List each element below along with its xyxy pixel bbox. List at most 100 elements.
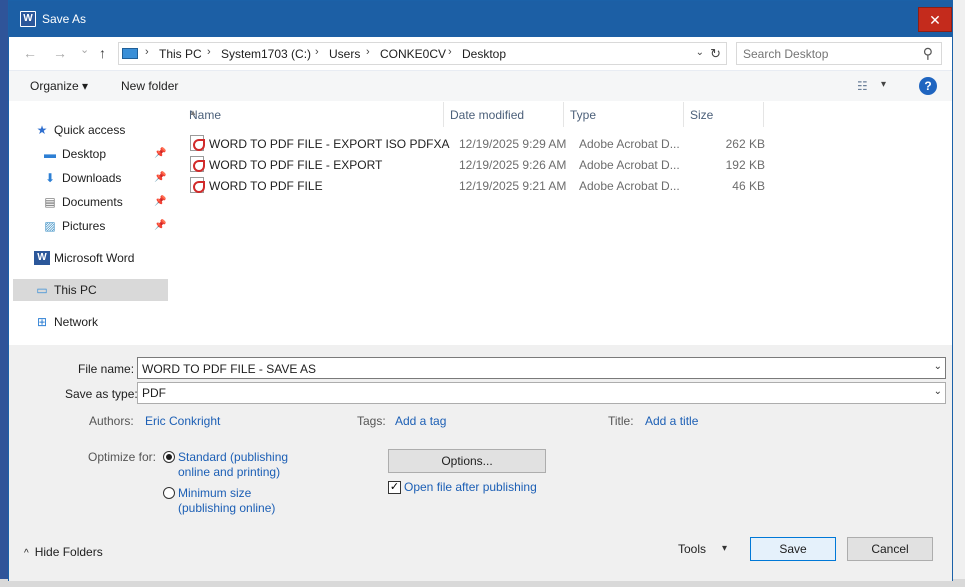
sidebar-item-desktop[interactable]: ▬ Desktop 📌 — [13, 143, 168, 165]
word-icon: W — [34, 251, 50, 265]
column-header-date-modified[interactable]: Date modified — [444, 102, 564, 127]
options-button[interactable]: Options... — [388, 449, 546, 473]
file-row[interactable]: WORD TO PDF FILE - EXPORT 12/19/2025 9:2… — [188, 154, 768, 175]
sort-ascending-icon: ▲ — [189, 108, 197, 117]
file-row[interactable]: WORD TO PDF FILE - EXPORT ISO PDFXA 12/1… — [188, 133, 768, 154]
sidebar-item-label: Pictures — [62, 219, 106, 233]
view-options-dropdown-icon[interactable]: ▾ — [881, 79, 886, 90]
crumb-separator[interactable]: › — [145, 46, 149, 58]
search-input[interactable] — [743, 46, 913, 62]
sidebar-item-pictures[interactable]: ▨ Pictures 📌 — [13, 215, 168, 237]
chevron-up-icon: ^ — [24, 548, 29, 559]
organize-button[interactable]: Organize ▾ — [30, 79, 88, 93]
file-date: 12/19/2025 9:29 AM — [459, 137, 567, 151]
authors-label: Authors: — [89, 414, 134, 428]
optimize-minimum-label-line2[interactable]: (publishing online) — [178, 501, 275, 515]
optimize-standard-radio[interactable] — [163, 451, 175, 463]
change-view-icon[interactable]: ☷ — [857, 79, 868, 93]
sidebar-item-label: Network — [54, 315, 99, 329]
chevron-down-icon[interactable]: ⌄ — [934, 386, 942, 397]
optimize-standard-label[interactable]: Standard (publishing — [178, 450, 288, 464]
documents-icon: ▤ — [44, 195, 56, 209]
save-button[interactable]: Save — [750, 537, 836, 561]
hide-folders-button[interactable]: ^ Hide Folders — [24, 545, 103, 559]
tools-button[interactable]: Tools — [678, 542, 706, 556]
file-date: 12/19/2025 9:21 AM — [459, 179, 567, 193]
breadcrumb-desktop[interactable]: Desktop — [462, 47, 506, 61]
new-folder-button[interactable]: New folder — [121, 79, 178, 93]
pdf-file-icon — [190, 177, 205, 193]
breadcrumb-this-pc[interactable]: This PC — [159, 47, 202, 61]
pdf-file-icon — [190, 156, 205, 172]
file-name-label: File name: — [78, 362, 135, 376]
save-as-type-select[interactable]: PDF ⌄ — [137, 382, 946, 404]
close-button[interactable]: ✕ — [918, 7, 952, 32]
sidebar-item-quick-access[interactable]: ★ Quick access — [13, 119, 168, 141]
open-after-publishing-checkbox[interactable]: ✓ — [388, 481, 401, 494]
save-as-type-label: Save as type: — [65, 387, 138, 401]
word-app-icon: W — [20, 11, 36, 27]
cancel-button[interactable]: Cancel — [847, 537, 933, 561]
file-size: 262 KB — [725, 137, 765, 151]
crumb-separator[interactable]: › — [207, 46, 211, 58]
column-header-name[interactable]: Name ▲ — [183, 102, 444, 127]
title-label: Title: — [608, 414, 634, 428]
forward-button[interactable]: → — [53, 45, 67, 61]
open-after-publishing-label[interactable]: Open file after publishing — [404, 480, 537, 494]
column-label: Size — [690, 108, 714, 122]
chevron-down-icon[interactable]: ⌄ — [934, 361, 942, 372]
up-button[interactable]: ↑ — [99, 45, 106, 61]
optimize-minimum-radio[interactable] — [163, 487, 175, 499]
crumb-separator[interactable]: › — [315, 46, 319, 58]
tools-dropdown-icon[interactable]: ▾ — [722, 543, 727, 554]
sidebar-item-label: Documents — [62, 195, 123, 209]
sidebar-item-microsoft-word[interactable]: W Microsoft Word — [13, 247, 168, 269]
file-type: Adobe Acrobat D... — [579, 179, 680, 193]
optimize-standard-label-line2[interactable]: online and printing) — [178, 465, 280, 479]
optimize-minimum-label[interactable]: Minimum size — [178, 486, 251, 500]
pin-icon: 📌 — [154, 220, 167, 231]
sidebar-item-documents[interactable]: ▤ Documents 📌 — [13, 191, 168, 213]
breadcrumb-drive[interactable]: System1703 (C:) — [221, 47, 311, 61]
pictures-icon: ▨ — [44, 219, 56, 233]
column-header-type[interactable]: Type — [564, 102, 684, 127]
sidebar-item-this-pc[interactable]: ▭ This PC — [13, 279, 168, 301]
authors-value[interactable]: Eric Conkright — [145, 414, 220, 428]
refresh-icon[interactable]: ↻ — [710, 46, 721, 62]
file-name-field[interactable]: ⌄ — [137, 357, 946, 379]
add-title-link[interactable]: Add a title — [645, 414, 698, 428]
file-size: 46 KB — [732, 179, 765, 193]
tags-label: Tags: — [357, 414, 386, 428]
breadcrumb-user-folder[interactable]: CONKE0CV — [380, 47, 446, 61]
computer-icon: ▭ — [36, 283, 48, 297]
recent-locations-button[interactable]: ⌄ — [80, 43, 89, 56]
address-dropdown-icon[interactable]: ⌄ — [696, 47, 704, 58]
background-window-right — [953, 0, 965, 587]
save-options-area: File name: ⌄ Save as type: PDF ⌄ Authors… — [9, 345, 952, 581]
sidebar-item-label: Quick access — [54, 123, 126, 137]
crumb-separator[interactable]: › — [448, 46, 452, 58]
search-icon[interactable]: ⚲ — [923, 45, 933, 62]
star-icon: ★ — [36, 123, 48, 137]
crumb-separator[interactable]: › — [366, 46, 370, 58]
command-toolbar: Organize ▾ New folder ☷ ▾ ? — [9, 70, 952, 101]
title-bar: W Save As ✕ — [9, 1, 952, 37]
column-label: Date modified — [450, 108, 525, 122]
save-as-dialog: W Save As ✕ ← → ⌄ ↑ › This PC › System17… — [8, 0, 953, 581]
file-name: WORD TO PDF FILE — [209, 179, 323, 193]
sidebar-item-downloads[interactable]: ⬇ Downloads 📌 — [13, 167, 168, 189]
address-bar[interactable]: › This PC › System1703 (C:) › Users › CO… — [118, 42, 727, 65]
breadcrumb-users[interactable]: Users — [329, 47, 360, 61]
file-name: WORD TO PDF FILE - EXPORT — [209, 158, 383, 172]
sidebar-item-network[interactable]: ⊞ Network — [13, 311, 168, 333]
back-button[interactable]: ← — [23, 45, 37, 61]
file-row[interactable]: WORD TO PDF FILE 12/19/2025 9:21 AM Adob… — [188, 175, 768, 196]
file-name-input[interactable] — [142, 361, 912, 376]
help-icon[interactable]: ? — [919, 77, 937, 95]
add-tag-link[interactable]: Add a tag — [395, 414, 446, 428]
search-box[interactable]: ⚲ — [736, 42, 942, 65]
background-window — [0, 0, 8, 587]
sidebar-item-label: This PC — [54, 283, 97, 297]
column-header-size[interactable]: Size — [684, 102, 764, 127]
pin-icon: 📌 — [154, 172, 167, 183]
